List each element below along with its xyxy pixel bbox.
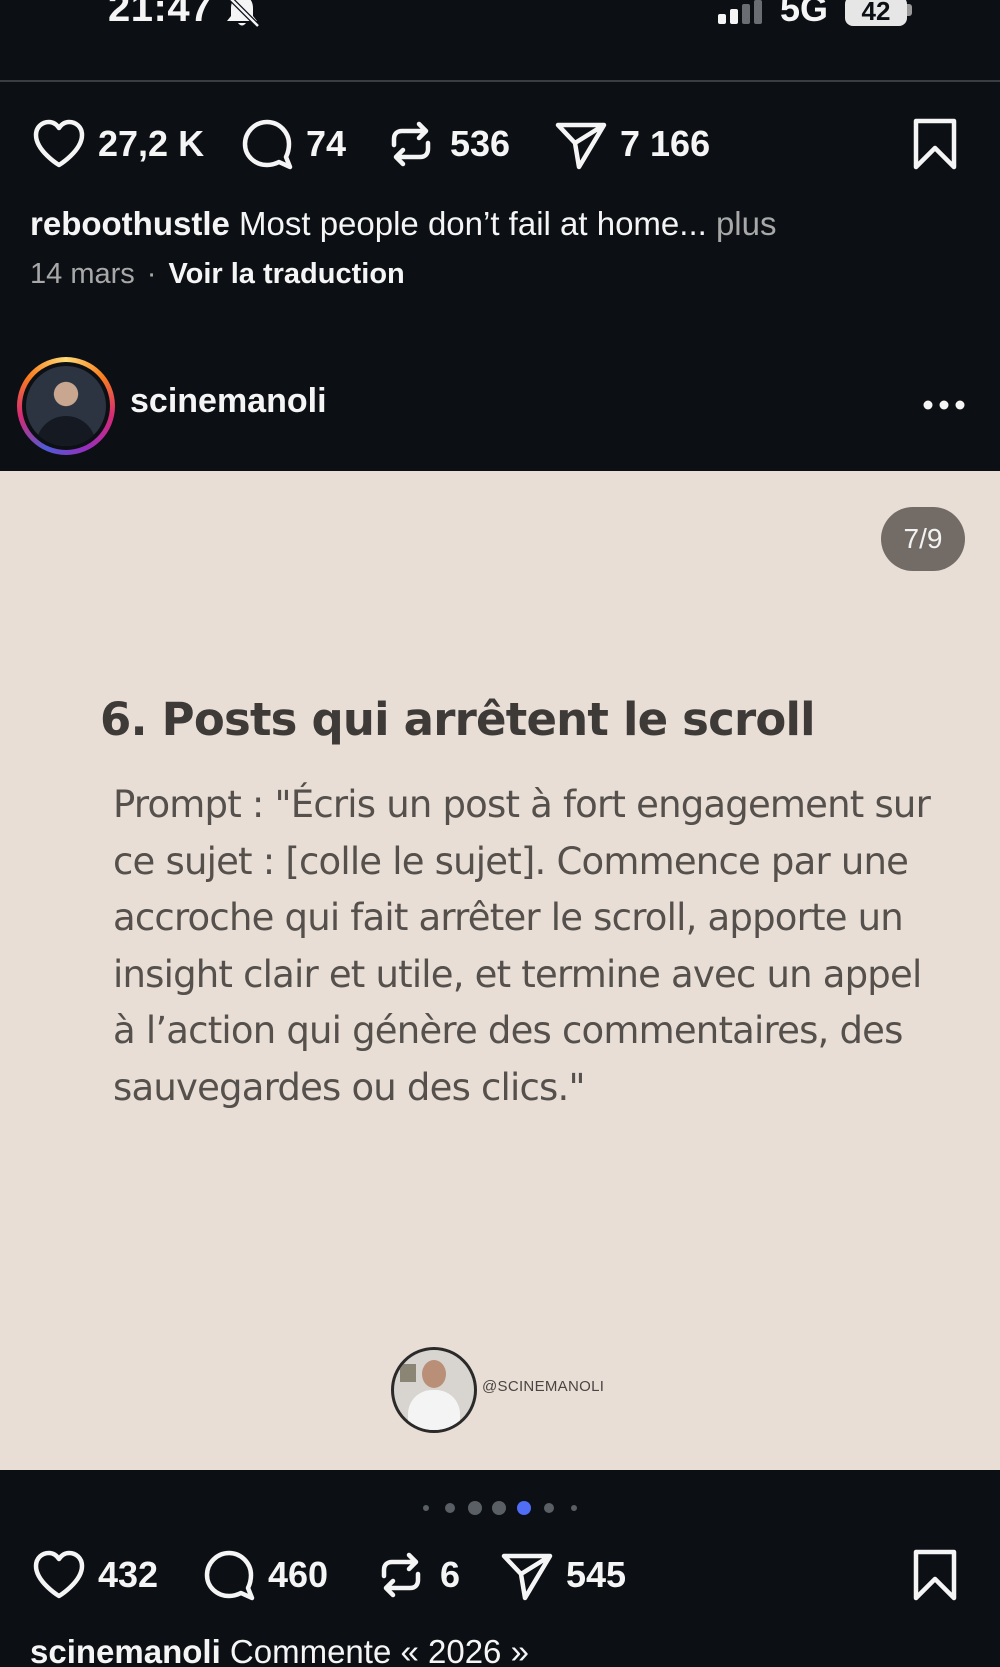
- post2-action-row: 432 460 6 545: [0, 1540, 1000, 1610]
- slide-counter: 7/9: [881, 507, 965, 571]
- send-icon: [501, 1553, 553, 1601]
- post2-repost-count: 6: [440, 1554, 461, 1595]
- slide-body: Prompt : "Écris un post à fort engagemen…: [113, 783, 931, 1109]
- post1-meta-row: 14 mars · Voir la traduction: [30, 258, 405, 291]
- post1-repost-button[interactable]: 536: [382, 109, 510, 179]
- post1-share-count: 7 166: [620, 123, 711, 164]
- bookmark-icon[interactable]: [906, 115, 964, 173]
- post2-repost-button[interactable]: 6: [372, 1540, 460, 1610]
- carousel-dot: [492, 1501, 506, 1515]
- slide-author-handle: @SCINEMANOLI: [482, 1378, 605, 1395]
- carousel-dot: [544, 1503, 554, 1513]
- post2-share-button[interactable]: 545: [498, 1540, 626, 1610]
- slide-author-avatar: [391, 1347, 477, 1433]
- post1-comment-button[interactable]: 74: [238, 109, 346, 179]
- heart-icon: [33, 119, 85, 168]
- carousel-slide[interactable]: 7/9 6. Posts qui arrêtent le scroll Prom…: [0, 471, 1000, 1470]
- post2-caption-text: Commente « 2026 »: [220, 1633, 529, 1667]
- post1-like-button[interactable]: 27,2 K: [30, 109, 204, 179]
- instagram-feed-screen: 21:47 5G 42 27,2 K 74 536 7 166 reboothu…: [0, 0, 1000, 1667]
- post1-repost-count: 536: [450, 123, 511, 164]
- post1-share-button[interactable]: 7 166: [552, 109, 710, 179]
- slide-title: 6. Posts qui arrêtent le scroll: [100, 693, 816, 746]
- carousel-dot: [445, 1503, 455, 1513]
- avatar-photo: [26, 366, 106, 446]
- bell-muted-icon: [227, 0, 260, 28]
- comment-icon: [242, 119, 293, 170]
- carousel-dot: [468, 1501, 482, 1515]
- status-bar: 21:47 5G 42: [0, 0, 1000, 82]
- meta-separator: ·: [146, 258, 157, 290]
- status-divider: [0, 80, 1000, 82]
- carousel-dot: [571, 1505, 577, 1511]
- post1-caption-more-link[interactable]: plus: [707, 205, 777, 242]
- post2-caption-username[interactable]: scinemanoli: [30, 1633, 221, 1667]
- post2-header: scinemanoli: [0, 352, 1000, 460]
- status-time: 21:47: [108, 0, 213, 30]
- send-icon: [555, 122, 607, 170]
- post2-username[interactable]: scinemanoli: [130, 382, 327, 421]
- post1-date: 14 mars: [30, 258, 135, 290]
- network-label: 5G: [780, 0, 829, 29]
- post2-like-count: 432: [98, 1554, 159, 1595]
- post2-comment-count: 460: [268, 1554, 329, 1595]
- repost-icon: [381, 1552, 421, 1598]
- signal-icon: [718, 0, 762, 24]
- see-translation-link[interactable]: Voir la traduction: [168, 258, 404, 290]
- post1-like-count: 27,2 K: [98, 123, 205, 164]
- post2-share-count: 545: [566, 1554, 627, 1595]
- bookmark-icon[interactable]: [906, 1546, 964, 1604]
- comment-icon: [204, 1550, 255, 1601]
- more-options-icon[interactable]: [922, 390, 966, 420]
- repost-icon: [391, 121, 431, 167]
- carousel-dots: [0, 1498, 1000, 1518]
- post1-comment-count: 74: [306, 123, 347, 164]
- battery-indicator: 42: [845, 0, 907, 26]
- post2-caption: scinemanoli Commente « 2026 »: [30, 1632, 970, 1667]
- heart-icon: [33, 1550, 85, 1599]
- post2-comment-button[interactable]: 460: [200, 1540, 328, 1610]
- post1-caption: reboothustle Most people don’t fail at h…: [30, 204, 970, 244]
- post1-action-row: 27,2 K 74 536 7 166: [0, 109, 1000, 179]
- post2-like-button[interactable]: 432: [30, 1540, 158, 1610]
- story-avatar[interactable]: [17, 357, 115, 455]
- carousel-dot-active: [517, 1501, 531, 1515]
- post1-caption-text: Most people don’t fail at home...: [229, 205, 707, 242]
- carousel-dot: [423, 1505, 429, 1511]
- battery-tip: [907, 4, 912, 16]
- post1-caption-username[interactable]: reboothustle: [30, 205, 230, 242]
